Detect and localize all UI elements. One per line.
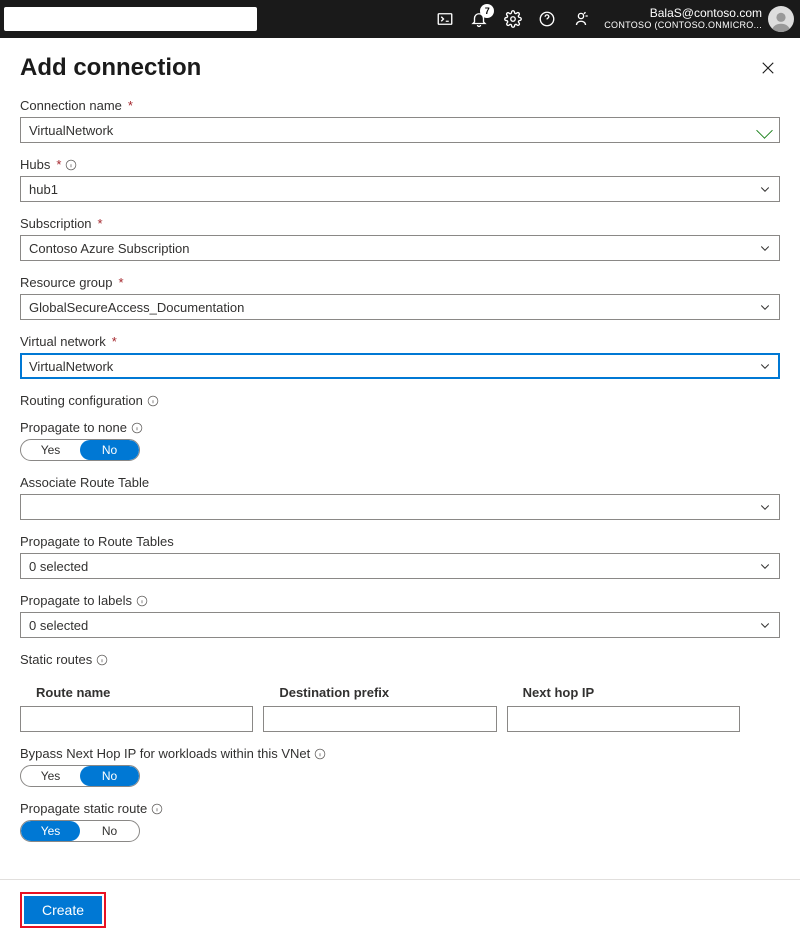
chevron-down-icon: [759, 183, 771, 195]
static-routes-header: Route name Destination prefix Next hop I…: [20, 679, 740, 706]
info-icon[interactable]: [147, 395, 159, 407]
dest-prefix-input[interactable]: [263, 706, 496, 732]
chevron-down-icon: [759, 301, 771, 313]
chevron-down-icon: [759, 560, 771, 572]
resource-group-label: Resource group: [20, 275, 113, 290]
associate-route-table-select[interactable]: [20, 494, 780, 520]
associate-route-table-label: Associate Route Table: [20, 475, 149, 490]
static-routes-label: Static routes: [20, 652, 92, 667]
feedback-icon[interactable]: [564, 0, 598, 38]
close-icon[interactable]: [756, 56, 780, 80]
col-route-name: Route name: [20, 685, 253, 700]
propagate-static-route-toggle[interactable]: Yes No: [20, 820, 140, 842]
panel-header: Add connection: [0, 38, 800, 88]
topbar: 7 BalaS@contoso.com CONTOSO (CONTOSO.ONM…: [0, 0, 800, 38]
create-button[interactable]: Create: [24, 896, 102, 924]
next-hop-input[interactable]: [507, 706, 740, 732]
info-icon[interactable]: [136, 595, 148, 607]
notifications-icon[interactable]: 7: [462, 0, 496, 38]
form: Connection name* VirtualNetwork Hubs* hu…: [0, 88, 800, 842]
propagate-static-route-label: Propagate static route: [20, 801, 147, 816]
virtual-network-label: Virtual network: [20, 334, 106, 349]
bypass-next-hop-label: Bypass Next Hop IP for workloads within …: [20, 746, 310, 761]
user-directory: CONTOSO (CONTOSO.ONMICRO...: [604, 21, 762, 31]
propagate-labels-select[interactable]: 0 selected: [20, 612, 780, 638]
avatar: [768, 6, 794, 32]
chevron-down-icon: [759, 619, 771, 631]
toggle-no[interactable]: No: [80, 766, 139, 786]
toggle-no[interactable]: No: [80, 440, 139, 460]
chevron-down-icon: [759, 360, 771, 372]
settings-icon[interactable]: [496, 0, 530, 38]
propagate-none-toggle[interactable]: Yes No: [20, 439, 140, 461]
user-email: BalaS@contoso.com: [604, 7, 762, 20]
hubs-select[interactable]: hub1: [20, 176, 780, 202]
search-box[interactable]: [4, 7, 257, 31]
resource-group-select[interactable]: GlobalSecureAccess_Documentation: [20, 294, 780, 320]
route-name-input[interactable]: [20, 706, 253, 732]
notification-badge: 7: [480, 4, 494, 18]
required-marker: *: [128, 98, 133, 113]
create-highlight: Create: [20, 892, 106, 928]
subscription-select[interactable]: Contoso Azure Subscription: [20, 235, 780, 261]
propagate-none-label: Propagate to none: [20, 420, 127, 435]
chevron-down-icon: [759, 501, 771, 513]
virtual-network-select[interactable]: VirtualNetwork: [20, 353, 780, 379]
hubs-label: Hubs: [20, 157, 50, 172]
routing-config-label: Routing configuration: [20, 393, 143, 408]
toggle-yes[interactable]: Yes: [21, 766, 80, 786]
subscription-label: Subscription: [20, 216, 92, 231]
col-next-hop: Next hop IP: [507, 685, 740, 700]
toggle-no[interactable]: No: [80, 821, 139, 841]
info-icon[interactable]: [314, 748, 326, 760]
connection-name-input[interactable]: VirtualNetwork: [20, 117, 780, 143]
propagate-route-tables-select[interactable]: 0 selected: [20, 553, 780, 579]
cloud-shell-icon[interactable]: [428, 0, 462, 38]
info-icon[interactable]: [151, 803, 163, 815]
toggle-yes[interactable]: Yes: [21, 821, 80, 841]
connection-name-label: Connection name: [20, 98, 122, 113]
propagate-labels-label: Propagate to labels: [20, 593, 132, 608]
user-account[interactable]: BalaS@contoso.com CONTOSO (CONTOSO.ONMIC…: [604, 6, 800, 32]
info-icon[interactable]: [65, 159, 77, 171]
col-dest-prefix: Destination prefix: [263, 685, 496, 700]
toggle-yes[interactable]: Yes: [21, 440, 80, 460]
help-icon[interactable]: [530, 0, 564, 38]
static-routes-row: [20, 706, 740, 732]
chevron-down-icon: [759, 242, 771, 254]
propagate-route-tables-label: Propagate to Route Tables: [20, 534, 174, 549]
info-icon[interactable]: [131, 422, 143, 434]
page-title: Add connection: [20, 54, 201, 82]
topbar-icons: 7: [428, 0, 598, 38]
footer: Create: [0, 879, 800, 940]
info-icon[interactable]: [96, 654, 108, 666]
bypass-next-hop-toggle[interactable]: Yes No: [20, 765, 140, 787]
